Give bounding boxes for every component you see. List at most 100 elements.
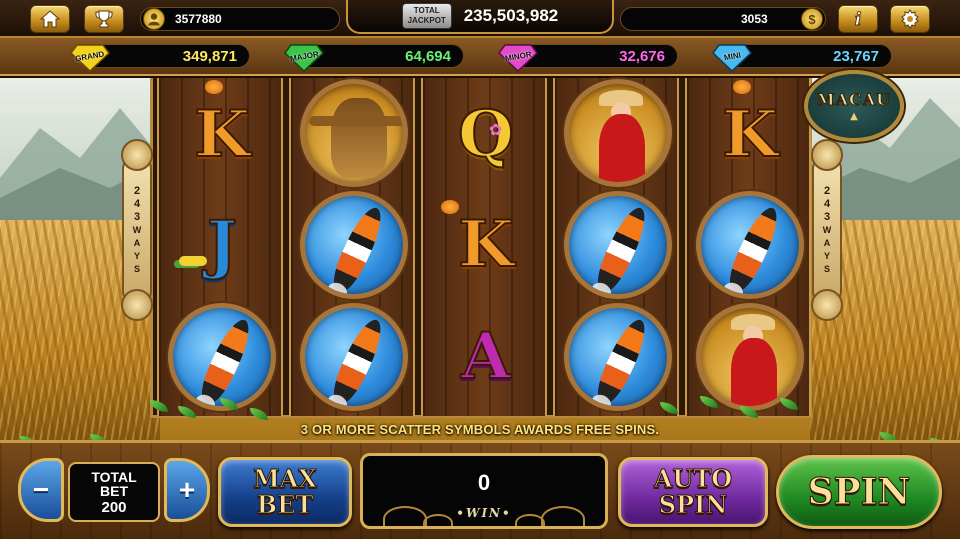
corn-icon <box>179 256 207 266</box>
symbol-letter: K <box>721 97 779 172</box>
grand-value: 349,871 <box>182 48 237 65</box>
macau-label: MACAU <box>816 90 892 110</box>
user-id-pill: 3577880 <box>140 7 340 31</box>
symbol-letter: A <box>460 319 512 394</box>
lady-icon <box>696 303 804 411</box>
cloud-ornament-icon <box>541 506 585 526</box>
leaf-icon <box>178 406 196 418</box>
pumpkin-icon <box>733 80 751 94</box>
ways-letter: A <box>823 237 831 248</box>
total-bet-display: TOTAL BET 200 <box>68 462 160 522</box>
coin-balance-pill: 3053 $ <box>620 7 826 31</box>
coin-icon[interactable]: $ <box>801 8 823 30</box>
symbol-k: K <box>429 190 543 300</box>
top-bar: 3577880 TOTAL JACKPOT 235,503,982 3053 $… <box>0 0 960 38</box>
koi-icon <box>696 191 804 299</box>
total-bet-label-1: TOTAL <box>91 468 137 485</box>
achievements-button[interactable] <box>84 5 124 33</box>
auto-spin-button[interactable]: AUTO SPIN <box>618 457 768 527</box>
home-button[interactable] <box>30 5 70 33</box>
mini-gem-icon: MINI <box>711 39 753 73</box>
trophy-icon <box>95 10 113 28</box>
symbol-koi <box>693 190 807 300</box>
total-jackpot-badge: TOTAL JACKPOT <box>401 3 452 29</box>
avatar-icon <box>143 8 165 30</box>
mini-value: 23,767 <box>833 48 879 65</box>
info-icon: i <box>854 8 862 30</box>
symbol-j: J <box>165 190 279 300</box>
ways-letter: S <box>133 263 140 274</box>
total-jackpot-value: 235,503,982 <box>463 6 559 25</box>
ways-letter: Y <box>823 250 830 261</box>
user-id: 3577880 <box>175 12 222 26</box>
win-amount: 0 <box>477 470 491 495</box>
symbol-koi <box>297 190 411 300</box>
jackpot-minor: MINOR 32,676 <box>497 44 678 73</box>
max-bet-label-2: BET <box>256 490 314 519</box>
info-button[interactable]: i <box>838 5 878 33</box>
max-bet-button[interactable]: MAX BET <box>218 457 352 527</box>
leaf-icon <box>740 406 758 418</box>
ways-letter: A <box>133 237 141 248</box>
symbol-letter: Q <box>457 97 515 172</box>
lotus-icon: ✿ <box>489 120 503 139</box>
home-icon <box>40 10 60 28</box>
minor-gem-icon: MINOR <box>497 39 539 73</box>
symbol-scarecrow <box>297 78 411 188</box>
leaf-icon <box>660 402 678 414</box>
koi-icon <box>300 191 408 299</box>
auto-spin-label-2: SPIN <box>658 490 728 519</box>
total-bet-value: 200 <box>101 498 127 516</box>
koi-icon <box>168 303 276 411</box>
reel-3: Q ✿ K A <box>421 78 547 416</box>
symbol-letter: K <box>457 207 515 282</box>
leaf-icon <box>220 398 238 410</box>
reel-5: K <box>685 78 811 416</box>
gear-icon <box>901 9 919 29</box>
symbol-lady <box>561 78 675 188</box>
total-bet-label-2: BET <box>100 482 128 499</box>
total-jackpot-plate: TOTAL JACKPOT 235,503,982 <box>346 0 614 34</box>
increase-bet-button[interactable]: + <box>164 458 210 522</box>
ways-letter: W <box>822 224 832 235</box>
spin-label: SPIN <box>807 471 911 513</box>
leaf-icon <box>250 408 268 420</box>
auto-spin-label-1: AUTO <box>653 464 733 493</box>
minor-value: 32,676 <box>619 48 665 65</box>
cloud-ornament-icon <box>515 514 545 526</box>
leaf-icon <box>780 398 798 410</box>
ways-letter: S <box>823 263 830 274</box>
grand-gem-icon: GRAND <box>69 39 111 73</box>
jackpot-badge-line2: JACKPOT <box>407 16 446 25</box>
jackpot-row: GRAND 349,871 MAJOR 64,694 MINOR 32,676 … <box>0 38 960 76</box>
symbol-k: K <box>165 80 279 190</box>
win-display: 0 •WIN• <box>360 453 608 529</box>
ways-digit: 3 <box>133 210 141 223</box>
symbol-koi <box>561 190 675 300</box>
coin-balance: 3053 <box>741 12 768 26</box>
cloud-ornament-icon <box>423 514 453 526</box>
max-bet-label-1: MAX <box>253 464 318 493</box>
leaf-icon <box>150 400 168 412</box>
reel-1: K J <box>157 78 283 416</box>
koi-icon <box>564 303 672 411</box>
plus-icon: + <box>178 474 196 505</box>
minus-icon: − <box>32 474 50 505</box>
macau-button[interactable]: MACAU ▲ <box>804 70 904 142</box>
spin-button[interactable]: SPIN <box>776 455 942 529</box>
major-gem-icon: MAJOR <box>283 39 325 73</box>
ways-letter: W <box>132 224 142 235</box>
symbol-q: Q ✿ <box>429 80 543 190</box>
ways-ornament-icon <box>811 289 843 321</box>
pumpkin-icon <box>205 80 223 94</box>
settings-button[interactable] <box>890 5 930 33</box>
decrease-bet-button[interactable]: − <box>18 458 64 522</box>
leaf-icon <box>700 396 718 408</box>
koi-icon <box>300 303 408 411</box>
ways-digit: 3 <box>823 210 831 223</box>
symbol-k: K <box>693 80 807 190</box>
ways-digit: 4 <box>823 197 831 210</box>
reel-frame: K J Q ✿ K A K <box>150 78 812 418</box>
jackpot-grand: GRAND 349,871 <box>69 44 250 73</box>
reel-2 <box>289 78 415 416</box>
